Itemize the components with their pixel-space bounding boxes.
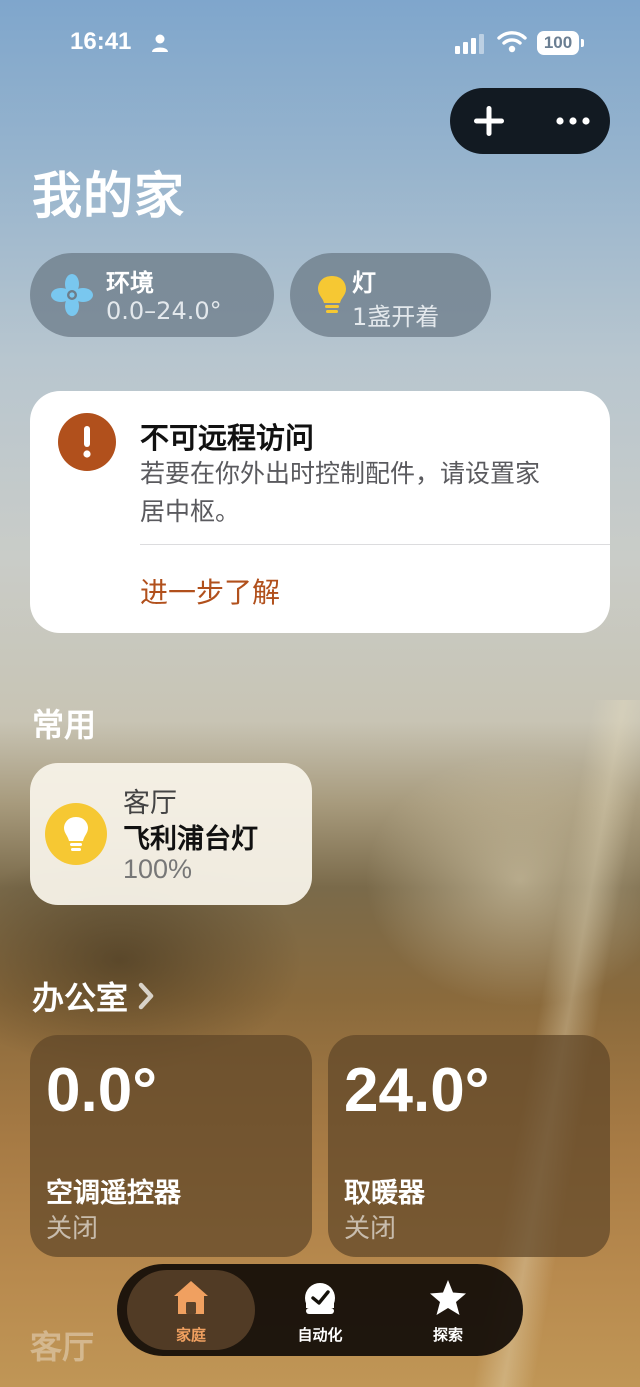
accessory-value: 100% bbox=[123, 854, 193, 884]
lights-value: 1盏开着 bbox=[352, 303, 440, 331]
lightbulb-icon bbox=[318, 276, 346, 313]
tab-bar: 家庭 自动化 探索 bbox=[117, 1264, 523, 1356]
remote-access-alert: 不可远程访问 若要在你外出时控制配件，请设置家居中枢。 进一步了解 bbox=[30, 391, 610, 633]
tab-automation-label: 自动化 bbox=[297, 1326, 343, 1344]
environment-title: 环境 bbox=[106, 269, 154, 297]
accessory-state: 关闭 bbox=[46, 1214, 99, 1244]
temperature-value: 24.0° bbox=[344, 1056, 490, 1125]
office-section-title: 办公室 bbox=[32, 979, 129, 1017]
living-room-section-title: 客厅 bbox=[30, 1328, 95, 1366]
page-title: 我的家 bbox=[32, 167, 185, 225]
lightbulb-icon[interactable] bbox=[45, 803, 107, 865]
clock-icon bbox=[305, 1283, 335, 1314]
tab-home-label: 家庭 bbox=[175, 1326, 206, 1344]
accessory-name: 飞利浦台灯 bbox=[123, 824, 258, 855]
star-icon bbox=[430, 1280, 466, 1315]
chevron-right-icon bbox=[138, 982, 154, 1010]
person-icon bbox=[152, 34, 168, 52]
accessory-name: 空调遥控器 bbox=[46, 1178, 181, 1209]
accessory-state: 关闭 bbox=[344, 1214, 397, 1244]
accessory-room: 客厅 bbox=[123, 788, 177, 819]
tab-home[interactable]: 家庭 bbox=[127, 1270, 255, 1350]
accessory-tile-heater[interactable]: 24.0° 取暖器 关闭 bbox=[328, 1035, 610, 1257]
tab-explore-label: 探索 bbox=[432, 1326, 463, 1344]
alert-title: 不可远程访问 bbox=[140, 421, 315, 455]
environment-chip[interactable]: 环境 0.0–24.0° bbox=[30, 253, 274, 337]
exclamation-icon bbox=[58, 413, 116, 471]
lights-title: 灯 bbox=[352, 269, 376, 297]
add-button[interactable] bbox=[462, 96, 516, 146]
alert-message: 若要在你外出时控制配件，请设置家居中枢。 bbox=[140, 459, 541, 526]
more-button[interactable] bbox=[546, 96, 600, 146]
tab-explore[interactable]: 探索 bbox=[384, 1270, 512, 1350]
divider bbox=[140, 544, 610, 545]
temperature-value: 0.0° bbox=[46, 1056, 157, 1125]
battery-level: 100 bbox=[543, 33, 573, 52]
plus-icon bbox=[474, 106, 504, 136]
cellular-signal-icon bbox=[455, 34, 484, 54]
battery-indicator: 100 bbox=[537, 31, 585, 55]
tab-automation[interactable]: 自动化 bbox=[256, 1270, 384, 1350]
fan-icon bbox=[51, 274, 93, 316]
accessory-name: 取暖器 bbox=[344, 1178, 425, 1209]
favorites-section-title: 常用 bbox=[32, 706, 97, 744]
status-time: 16:41 bbox=[70, 28, 132, 55]
wifi-icon bbox=[497, 31, 527, 53]
environment-value: 0.0–24.0° bbox=[106, 297, 222, 325]
lights-chip[interactable]: 灯 1盏开着 bbox=[290, 253, 491, 337]
accessory-tile-ac-remote[interactable]: 0.0° 空调遥控器 关闭 bbox=[30, 1035, 312, 1257]
office-section-header[interactable]: 办公室 bbox=[32, 973, 156, 1019]
top-actions bbox=[450, 88, 610, 154]
learn-more-link[interactable]: 进一步了解 bbox=[140, 571, 280, 611]
house-icon bbox=[174, 1281, 208, 1314]
accessory-tile-desk-lamp[interactable]: 客厅 飞利浦台灯 100% bbox=[30, 763, 312, 905]
ellipsis-icon bbox=[556, 117, 590, 125]
